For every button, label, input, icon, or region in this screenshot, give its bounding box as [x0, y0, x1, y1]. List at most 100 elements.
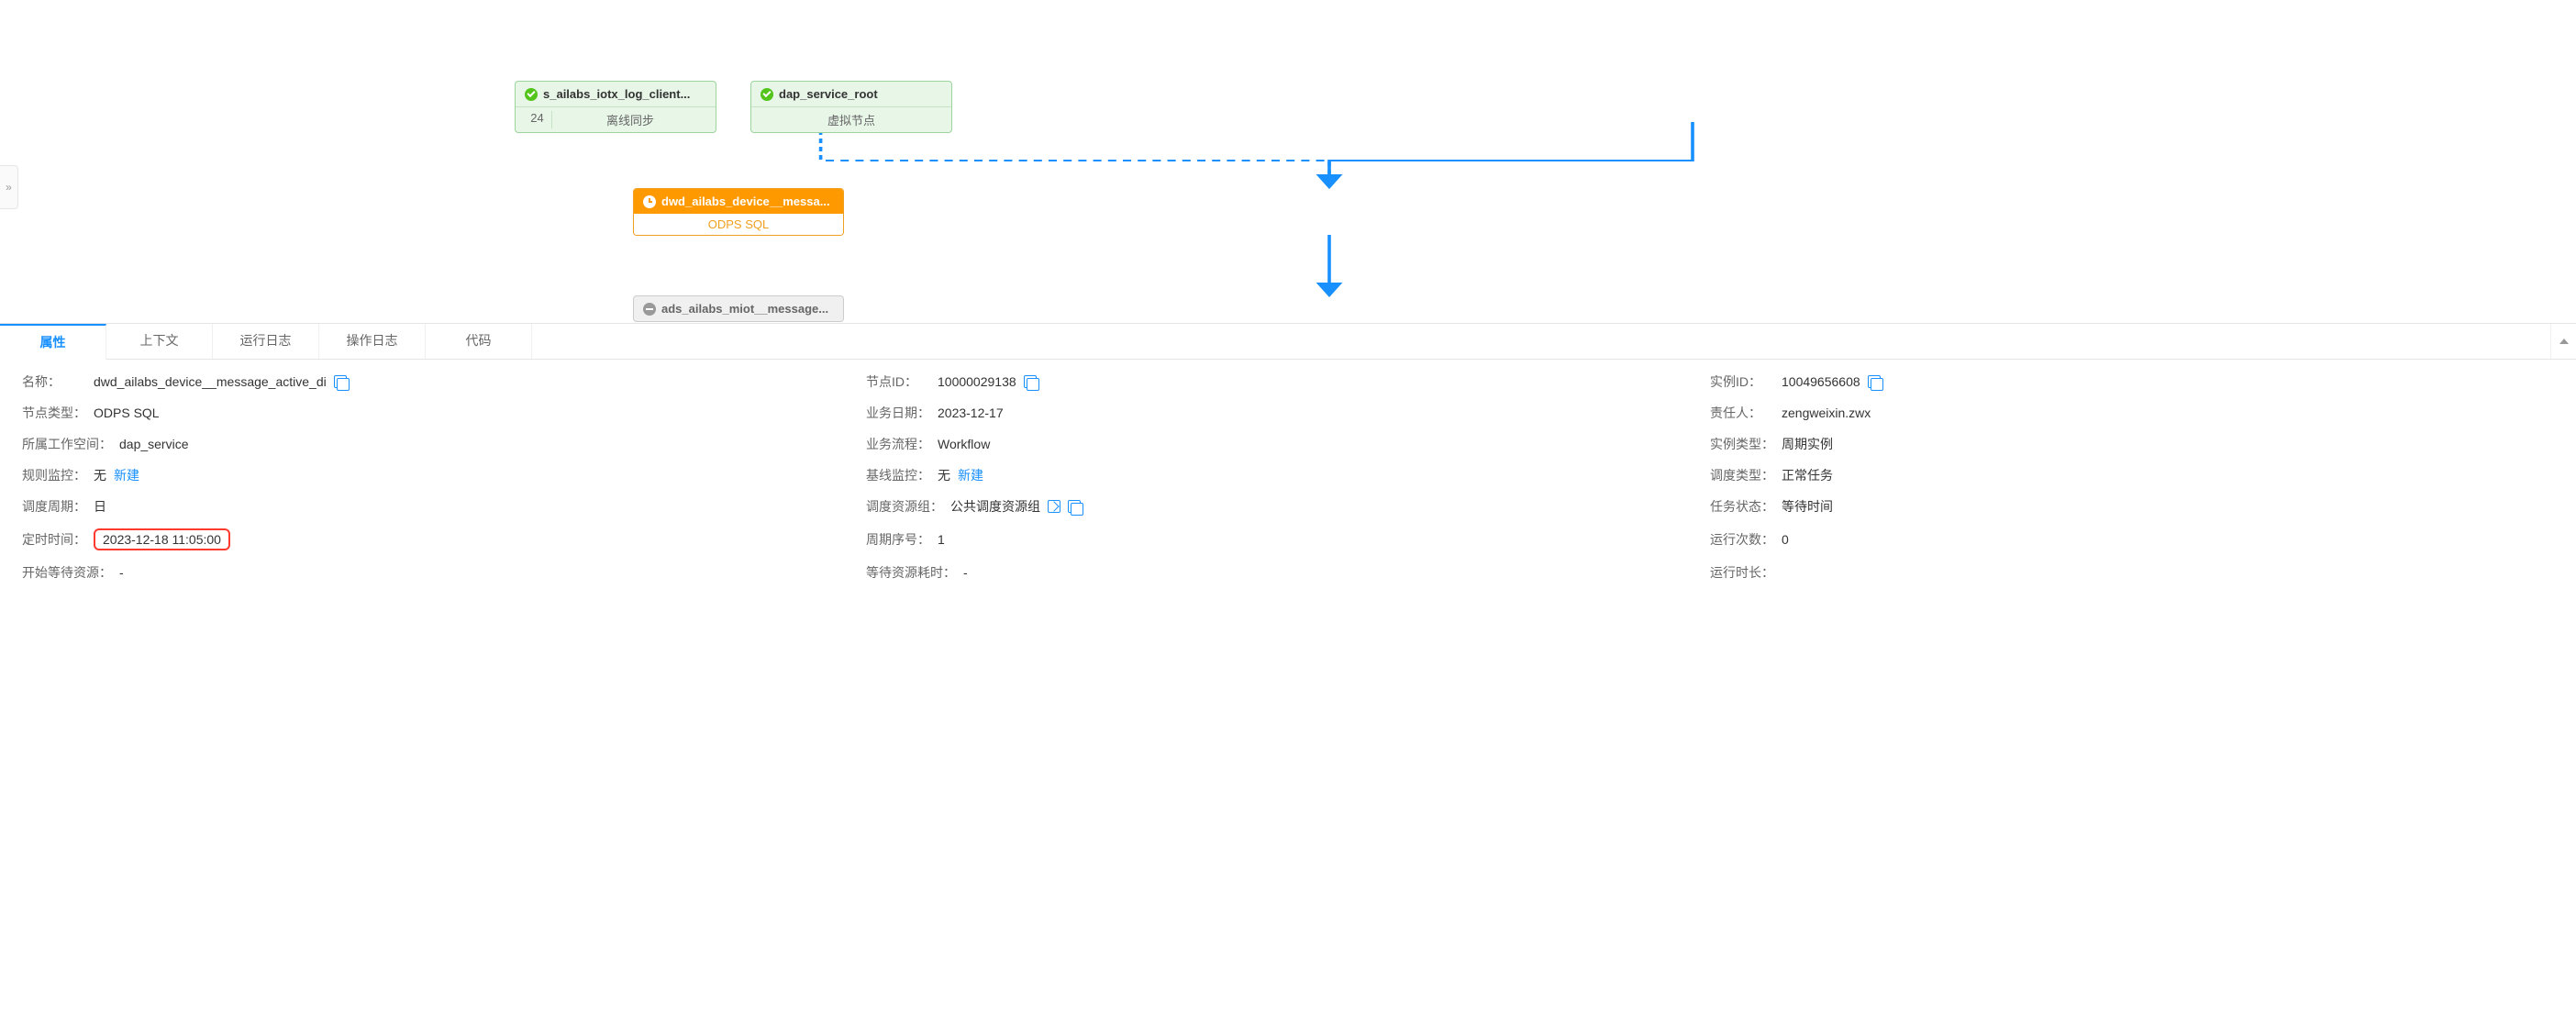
props-row: 节点类型 ODPS SQL 业务日期 2023-12-17 责任人 zengweixin.… — [22, 404, 2554, 422]
prop-value: ODPS SQL — [94, 406, 160, 420]
copy-icon[interactable] — [334, 375, 347, 388]
prop-label: 责任人 — [1710, 404, 1774, 422]
props-row: 定时时间 2023-12-18 11:05:00 周期序号 1 运行次数 0 — [22, 528, 2554, 550]
prop-label: 运行时长 — [1710, 563, 1774, 582]
prop-link[interactable]: 新建 — [114, 466, 139, 484]
clock-icon — [643, 195, 656, 208]
props-row: 开始等待资源-等待资源耗时-运行时长 — [22, 563, 2554, 582]
props-cell: 调度周期日 — [22, 497, 866, 516]
props-cell: 定时时间 2023-12-18 11:05:00 — [22, 528, 866, 550]
check-icon — [761, 88, 773, 101]
props-cell: 开始等待资源- — [22, 563, 866, 582]
prop-label: 开始等待资源 — [22, 563, 112, 582]
props-cell: 节点ID 10000029138 — [866, 372, 1710, 391]
node-title: dap_service_root — [779, 87, 878, 101]
prop-value: 2023-12-17 — [938, 406, 1004, 420]
graph-node-source-1[interactable]: s_ailabs_iotx_log_client... 24离线同步 — [515, 81, 716, 133]
prop-value: 无 — [938, 466, 950, 484]
tabs-bar: 属性上下文运行日志操作日志代码 — [0, 323, 2576, 360]
props-row: 所属工作空间 dap_service 业务流程 Workflow 实例类型周期实例 — [22, 435, 2554, 453]
prop-label: 调度周期 — [22, 497, 86, 516]
props-cell: 实例类型周期实例 — [1710, 435, 2554, 453]
prop-link[interactable]: 新建 — [958, 466, 983, 484]
props-cell: 业务流程 Workflow — [866, 435, 1710, 453]
node-subtype: ODPS SQL — [634, 214, 843, 235]
prop-label: 调度资源组 — [866, 497, 943, 516]
edit-icon[interactable] — [1048, 500, 1060, 513]
props-cell: 实例ID 10049656608 — [1710, 372, 2554, 391]
props-cell: 等待资源耗时- — [866, 563, 1710, 582]
chevron-down-icon — [2559, 339, 2569, 344]
dag-graph: s_ailabs_iotx_log_client... 24离线同步 dap_s… — [0, 0, 2576, 323]
props-cell: 节点类型 ODPS SQL — [22, 404, 866, 422]
graph-node-downstream[interactable]: ads_ailabs_miot__message... — [633, 295, 844, 322]
tab-runlog[interactable]: 运行日志 — [213, 324, 319, 359]
prop-label: 基线监控 — [866, 466, 930, 484]
prop-value: dap_service — [119, 437, 189, 451]
tab-oplog[interactable]: 操作日志 — [319, 324, 426, 359]
prop-label: 运行次数 — [1710, 530, 1774, 549]
props-cell: 名称dwd_ailabs_device__message_active_di — [22, 372, 866, 391]
tab-context[interactable]: 上下文 — [106, 324, 213, 359]
props-row: 调度周期日调度资源组公共调度资源组任务状态等待时间 — [22, 497, 2554, 516]
prop-label: 节点类型 — [22, 404, 86, 422]
prop-label: 节点ID — [866, 372, 930, 391]
prop-label: 规则监控 — [22, 466, 86, 484]
properties-panel: 名称dwd_ailabs_device__message_active_di节点… — [0, 360, 2576, 607]
graph-node-current[interactable]: dwd_ailabs_device__messa... ODPS SQL — [633, 188, 844, 236]
node-subtype: 虚拟节点 — [759, 111, 944, 128]
tab-code[interactable]: 代码 — [426, 324, 532, 359]
prop-value: 周期实例 — [1782, 435, 1833, 453]
node-subtype: 离线同步 — [552, 111, 708, 128]
props-cell: 运行时长 — [1710, 563, 2554, 582]
prop-label: 任务状态 — [1710, 497, 1774, 516]
prop-label: 所属工作空间 — [22, 435, 112, 453]
tab-props[interactable]: 属性 — [0, 324, 106, 360]
prop-label: 业务流程 — [866, 435, 930, 453]
prop-value: zengweixin.zwx — [1782, 406, 1871, 420]
prop-label: 业务日期 — [866, 404, 930, 422]
prop-value: 无 — [94, 466, 106, 484]
prop-value: 1 — [938, 532, 945, 547]
prop-value: 公共调度资源组 — [950, 497, 1040, 516]
prop-label: 等待资源耗时 — [866, 563, 956, 582]
graph-edges — [0, 0, 2576, 323]
prop-value: 等待时间 — [1782, 497, 1833, 516]
props-cell: 所属工作空间 dap_service — [22, 435, 866, 453]
prop-value: 10049656608 — [1782, 374, 1860, 389]
props-cell: 责任人 zengweixin.zwx — [1710, 404, 2554, 422]
props-row: 名称dwd_ailabs_device__message_active_di节点… — [22, 372, 2554, 391]
props-cell: 周期序号 1 — [866, 528, 1710, 550]
props-cell: 业务日期 2023-12-17 — [866, 404, 1710, 422]
props-cell: 调度类型正常任务 — [1710, 466, 2554, 484]
copy-icon[interactable] — [1868, 375, 1881, 388]
copy-icon[interactable] — [1068, 500, 1081, 513]
prop-value: 正常任务 — [1782, 466, 1833, 484]
node-count: 24 — [523, 111, 552, 128]
copy-icon[interactable] — [1024, 375, 1037, 388]
graph-node-source-2[interactable]: dap_service_root 虚拟节点 — [750, 81, 952, 133]
props-cell: 任务状态等待时间 — [1710, 497, 2554, 516]
props-cell: 规则监控无新建 — [22, 466, 866, 484]
node-title: s_ailabs_iotx_log_client... — [543, 87, 690, 101]
props-cell: 调度资源组公共调度资源组 — [866, 497, 1710, 516]
node-title: dwd_ailabs_device__messa... — [661, 194, 830, 208]
prop-label: 实例类型 — [1710, 435, 1774, 453]
check-icon — [525, 88, 538, 101]
prop-value: 10000029138 — [938, 374, 1016, 389]
props-cell: 基线监控无新建 — [866, 466, 1710, 484]
prop-label: 定时时间 — [22, 530, 86, 549]
node-title: ads_ailabs_miot__message... — [661, 302, 828, 316]
prop-label: 名称 — [22, 372, 86, 391]
collapse-panel-button[interactable] — [2550, 324, 2576, 359]
prop-value: 0 — [1782, 532, 1789, 547]
prop-label: 调度类型 — [1710, 466, 1774, 484]
props-cell: 运行次数 0 — [1710, 528, 2554, 550]
props-row: 规则监控无新建基线监控无新建调度类型正常任务 — [22, 466, 2554, 484]
prop-label: 周期序号 — [866, 530, 930, 549]
prop-label: 实例ID — [1710, 372, 1774, 391]
prop-value: 2023-12-18 11:05:00 — [94, 528, 230, 550]
prop-value: - — [963, 565, 968, 580]
prop-value: 日 — [94, 497, 106, 516]
prop-value: Workflow — [938, 437, 990, 451]
